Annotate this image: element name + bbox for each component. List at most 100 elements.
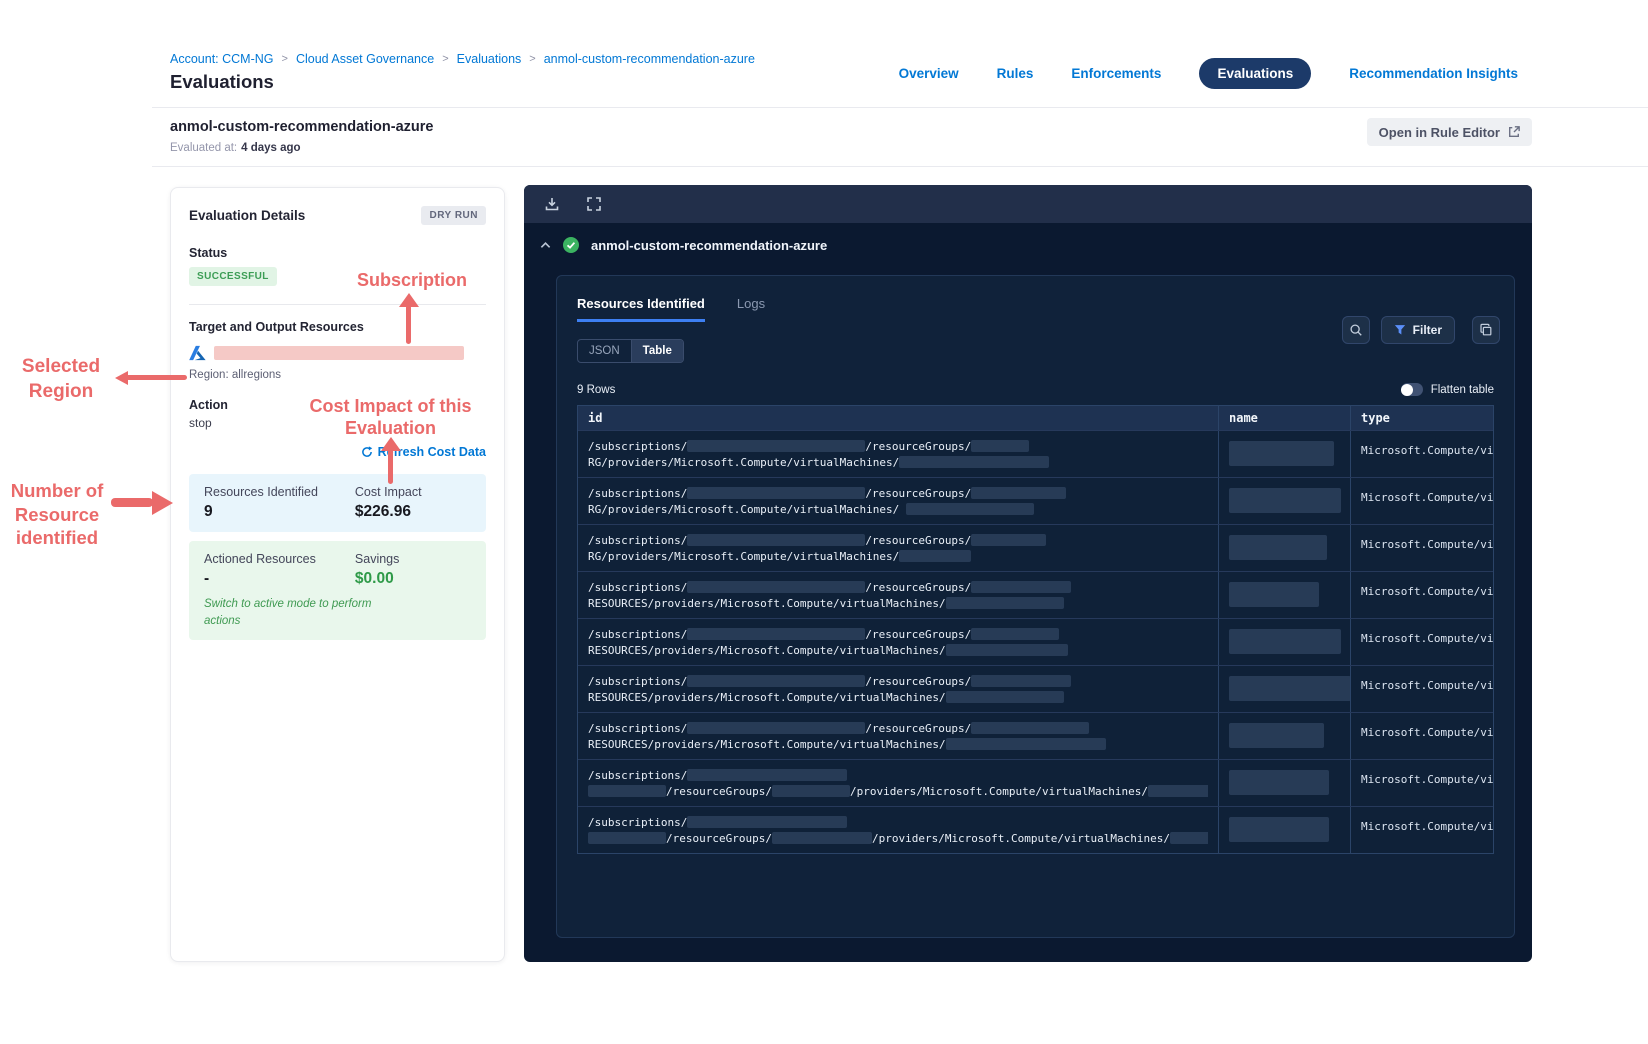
view-toggle-json[interactable]: JSON [578, 340, 631, 362]
redacted-text [899, 456, 1050, 468]
refresh-cost-data-link[interactable]: Refresh Cost Data [361, 445, 486, 459]
redacted-text [687, 816, 848, 828]
resource-id-line: RESOURCES/providers/Microsoft.Compute/vi… [588, 642, 1208, 658]
card-divider [189, 304, 486, 305]
redacted-text [945, 738, 1106, 750]
resource-id-line: /subscriptions//resourceGroups/ [588, 579, 1208, 595]
tab-resources-identified[interactable]: Resources Identified [577, 296, 705, 322]
active-mode-note: Switch to active mode to perform actions [204, 598, 372, 627]
resource-id-line: /resourceGroups//providers/Microsoft.Com… [588, 783, 1208, 799]
resource-id-line: /subscriptions//resourceGroups/ [588, 532, 1208, 548]
azure-icon [189, 345, 206, 361]
cell-resource-name [1218, 478, 1350, 524]
redacted-text [899, 550, 972, 562]
resource-id-line: /subscriptions//resourceGroups/ [588, 720, 1208, 736]
cell-resource-id: /subscriptions//resourceGroups/RESOURCES… [578, 713, 1218, 759]
result-evaluation-name: anmol-custom-recommendation-azure [591, 237, 828, 253]
status-badge: SUCCESSFUL [189, 267, 277, 286]
fullscreen-icon[interactable] [586, 196, 602, 212]
open-rule-editor-label: Open in Rule Editor [1378, 124, 1500, 140]
nav-tab-evaluations[interactable]: Evaluations [1199, 58, 1312, 89]
nav-tab-enforcements[interactable]: Enforcements [1071, 66, 1161, 81]
redacted-text [945, 691, 1064, 703]
breadcrumb-item-anmol-custom-recommendation-azure[interactable]: anmol-custom-recommendation-azure [544, 52, 755, 66]
breadcrumb-item-cloud-asset-governance[interactable]: Cloud Asset Governance [296, 52, 434, 66]
cell-resource-id: /subscriptions//resourceGroups//provider… [578, 807, 1218, 853]
nav-tab-rules[interactable]: Rules [997, 66, 1034, 81]
breadcrumb: Account: CCM-NG > Cloud Asset Governance > E… [170, 52, 755, 66]
evaluated-at-label: Evaluated at: [170, 142, 238, 154]
cost-impact-label: Cost Impact [354, 485, 422, 499]
redacted-name [1229, 629, 1341, 654]
cell-resource-name [1218, 713, 1350, 759]
annotation-selected-region: Selected Region [21, 356, 101, 402]
cell-resource-name [1218, 807, 1350, 853]
table-row: /subscriptions//resourceGroups/RG/provid… [578, 477, 1493, 524]
search-button[interactable] [1341, 316, 1370, 344]
annotation-resource-count: Number of Resource identified [10, 480, 104, 548]
cell-resource-name [1218, 525, 1350, 571]
redacted-text [905, 503, 1034, 515]
evaluation-result-header[interactable]: anmol-custom-recommendation-azure [524, 223, 1532, 267]
filter-button[interactable]: Filter [1380, 316, 1455, 344]
download-icon[interactable] [544, 196, 560, 212]
refresh-icon [361, 446, 373, 458]
view-toggle-table[interactable]: Table [630, 340, 683, 362]
annotation-resource-count-arrow-line [111, 498, 153, 507]
evaluation-name: anmol-custom-recommendation-azure [170, 119, 434, 135]
results-panel: anmol-custom-recommendation-azure Resour… [524, 185, 1532, 962]
column-header-id: id [578, 406, 1218, 430]
breadcrumb-item-evaluations[interactable]: Evaluations [457, 52, 522, 66]
table-row: /subscriptions//resourceGroups/RG/provid… [578, 524, 1493, 571]
redacted-text [687, 440, 866, 452]
cell-resource-id: /subscriptions//resourceGroups/RESOURCES… [578, 666, 1218, 712]
table-row: /subscriptions//resourceGroups//provider… [578, 759, 1493, 806]
cell-resource-type: Microsoft.Compute/virtu [1350, 572, 1493, 618]
cell-resource-id: /subscriptions//resourceGroups/RESOURCES… [578, 572, 1218, 618]
breadcrumb-separator: > [529, 53, 536, 65]
evaluation-subheader: anmol-custom-recommendation-azure Evalua… [152, 108, 1648, 167]
redacted-text [588, 832, 666, 844]
table-row: /subscriptions//resourceGroups/RESOURCES… [578, 618, 1493, 665]
tab-logs[interactable]: Logs [737, 296, 765, 322]
cell-resource-id: /subscriptions//resourceGroups/RG/provid… [578, 478, 1218, 524]
region-text: Region: allregions [189, 369, 282, 381]
evaluation-details-card: Evaluation Details DRY RUN Status SUCCES… [170, 187, 505, 962]
page-canvas: Account: CCM-NG > Cloud Asset Governance > E… [0, 0, 1648, 1044]
copy-icon[interactable] [1472, 316, 1500, 344]
table-row: /subscriptions//resourceGroups/RESOURCES… [578, 665, 1493, 712]
page-title: Evaluations [170, 71, 274, 92]
rows-count: 9 Rows [577, 383, 616, 396]
table-header: id name type [578, 406, 1493, 430]
nav-tab-recommendation-insights[interactable]: Recommendation Insights [1349, 66, 1518, 81]
success-check-icon [563, 237, 579, 253]
target-account-row [189, 345, 486, 361]
redacted-text [971, 581, 1072, 593]
cell-resource-type: Microsoft.Compute/virtu [1350, 619, 1493, 665]
actioned-stats-box: Actioned Resources Savings - $0.00 Switc… [189, 541, 486, 641]
breadcrumb-item-account-ccm-ng[interactable]: Account: CCM-NG [170, 52, 274, 66]
identified-stats-box: Resources Identified Cost Impact 9 $226.… [189, 474, 486, 532]
cell-resource-type: Microsoft.Compute/virtu [1350, 713, 1493, 759]
cell-resource-name [1218, 572, 1350, 618]
cell-resource-id: /subscriptions//resourceGroups/RG/provid… [578, 431, 1218, 477]
column-header-type: type [1350, 406, 1493, 430]
redacted-text [687, 534, 866, 546]
redacted-text [687, 581, 866, 593]
redacted-text [971, 487, 1067, 499]
cell-resource-id: /subscriptions//resourceGroups//provider… [578, 760, 1218, 806]
cell-resource-type: Microsoft.Compute/virtu [1350, 760, 1493, 806]
table-row: /subscriptions//resourceGroups/RESOURCES… [578, 571, 1493, 618]
breadcrumb-separator: > [281, 53, 288, 65]
table-body: /subscriptions//resourceGroups/RG/provid… [578, 430, 1493, 853]
open-rule-editor-button[interactable]: Open in Rule Editor [1366, 118, 1532, 146]
flatten-table-label: Flatten table [1430, 383, 1494, 396]
redacted-text [945, 597, 1064, 609]
collapse-chevron-icon[interactable] [540, 241, 551, 249]
redacted-text [687, 487, 866, 499]
redacted-text [771, 785, 850, 797]
flatten-table-toggle[interactable]: Flatten table [1400, 383, 1494, 396]
annotation-selected-region-arrow-line [126, 375, 187, 380]
resource-id-line: RESOURCES/providers/Microsoft.Compute/vi… [588, 595, 1208, 611]
nav-tab-overview[interactable]: Overview [899, 66, 959, 81]
